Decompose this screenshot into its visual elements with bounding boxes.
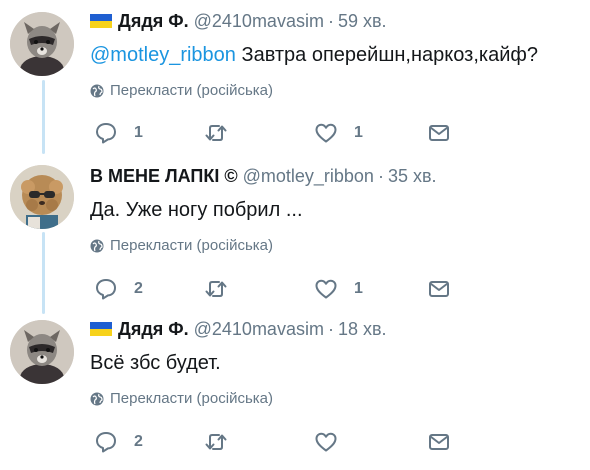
tweet-header: Дядя Ф. @2410mavasim · 59 хв. (90, 10, 582, 32)
globe-icon (90, 84, 104, 97)
tweet-header: Дядя Ф. @2410mavasim · 18 хв. (90, 318, 582, 340)
tweet-text: Да. Уже ногу побрил ... (90, 199, 303, 221)
avatar[interactable] (10, 165, 74, 229)
timestamp[interactable]: 35 хв. (388, 165, 437, 187)
author-name[interactable]: В МЕНЕ ЛАПКІ © (90, 165, 238, 187)
tweet-text: @motley_ribbon Завтра оперейшн,наркоз,ка… (90, 42, 582, 68)
heart-icon (315, 279, 337, 299)
retweet-icon (205, 434, 227, 450)
retweet-button[interactable] (204, 121, 314, 145)
reply-icon (96, 123, 116, 144)
translate-label: Перекласти (російська) (110, 390, 273, 407)
globe-icon (90, 239, 104, 252)
avatar[interactable] (10, 320, 74, 384)
reply-count: 2 (134, 433, 143, 450)
reply-count: 2 (134, 280, 143, 297)
envelope-icon (429, 434, 449, 450)
separator: · (327, 319, 334, 339)
heart-icon (315, 432, 337, 452)
like-button[interactable] (314, 430, 427, 454)
like-button[interactable]: 1 (314, 277, 427, 301)
avatar[interactable] (10, 12, 74, 76)
tweet-actions: 2 (94, 430, 464, 454)
reply-button[interactable]: 2 (94, 277, 204, 301)
translate-link[interactable]: Перекласти (російська) (90, 390, 582, 407)
author-name[interactable]: Дядя Ф. (118, 318, 189, 340)
ukraine-flag-icon (90, 322, 112, 336)
tweet-actions: 2 1 (94, 277, 464, 301)
tweet[interactable]: Дядя Ф. @2410mavasim · 59 хв. @motley_ri… (0, 0, 590, 155)
author-handle[interactable]: @motley_ribbon (243, 165, 374, 187)
like-button[interactable]: 1 (314, 121, 427, 145)
retweet-icon (205, 281, 227, 297)
translate-link[interactable]: Перекласти (російська) (90, 82, 582, 99)
author-handle[interactable]: @2410mavasim (194, 318, 324, 340)
heart-icon (315, 123, 337, 143)
timestamp[interactable]: 59 хв. (338, 10, 387, 32)
tweet[interactable]: В МЕНЕ ЛАПКІ © @motley_ribbon · 35 хв. Д… (0, 155, 590, 312)
retweet-icon (205, 125, 227, 141)
like-count: 1 (354, 124, 363, 141)
tweet-body: Завтра оперейшн,наркоз,кайф? (235, 44, 538, 66)
envelope-icon (429, 281, 449, 297)
translate-label: Перекласти (російська) (110, 237, 273, 254)
tweet-actions: 1 1 (94, 121, 464, 145)
reply-button[interactable]: 2 (94, 430, 204, 454)
reply-icon (96, 432, 116, 453)
separator: · (377, 166, 384, 186)
direct-message-button[interactable] (427, 277, 464, 301)
author-name[interactable]: Дядя Ф. (118, 10, 189, 32)
globe-icon (90, 392, 104, 405)
translate-label: Перекласти (російська) (110, 82, 273, 99)
reply-count: 1 (134, 124, 143, 141)
mention-link[interactable]: @motley_ribbon (90, 44, 236, 66)
author-handle[interactable]: @2410mavasim (194, 10, 324, 32)
retweet-button[interactable] (204, 277, 314, 301)
direct-message-button[interactable] (427, 121, 464, 145)
separator: · (327, 11, 334, 31)
tweet-text: Всё збс будет. (90, 352, 221, 374)
timestamp[interactable]: 18 хв. (338, 318, 387, 340)
like-count: 1 (354, 280, 363, 297)
direct-message-button[interactable] (427, 430, 464, 454)
reply-icon (96, 279, 116, 300)
ukraine-flag-icon (90, 14, 112, 28)
retweet-button[interactable] (204, 430, 314, 454)
translate-link[interactable]: Перекласти (російська) (90, 237, 582, 254)
envelope-icon (429, 125, 449, 141)
tweet-header: В МЕНЕ ЛАПКІ © @motley_ribbon · 35 хв. (90, 165, 582, 187)
reply-button[interactable]: 1 (94, 121, 204, 145)
tweet[interactable]: Дядя Ф. @2410mavasim · 18 хв. Всё збс бу… (0, 312, 590, 470)
